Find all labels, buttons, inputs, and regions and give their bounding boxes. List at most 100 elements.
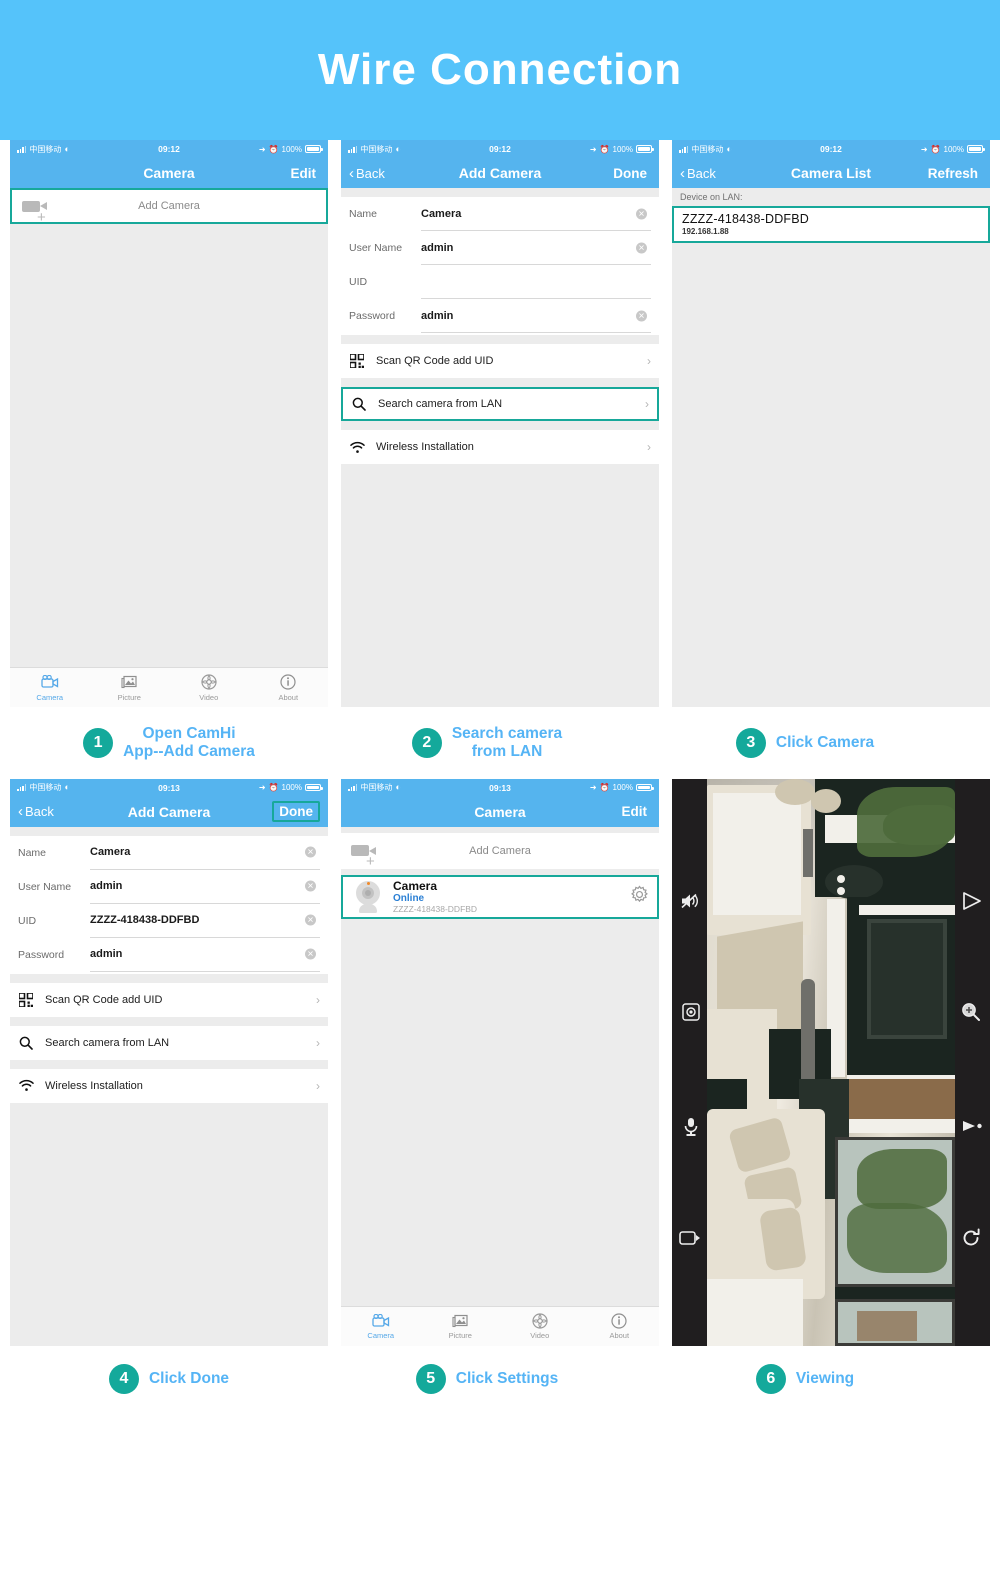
- field-label: UID: [349, 276, 368, 288]
- gear-icon[interactable]: [630, 885, 649, 909]
- step-label: Click Done: [148, 1369, 230, 1387]
- tab-video[interactable]: Video: [169, 674, 249, 702]
- info-circle-icon: [280, 674, 296, 691]
- add-camera-row[interactable]: + Add Camera: [10, 188, 328, 225]
- tab-about[interactable]: About: [580, 1312, 660, 1340]
- done-button[interactable]: Done: [272, 801, 320, 823]
- rotate-icon[interactable]: [960, 1227, 982, 1249]
- search-lan-row[interactable]: Search camera from LAN ›: [10, 1025, 328, 1060]
- back-label: Back: [356, 165, 385, 181]
- clear-icon[interactable]: ✕: [636, 242, 647, 253]
- username-field[interactable]: admin ✕: [421, 231, 651, 265]
- edit-button[interactable]: Edit: [618, 802, 652, 821]
- form-row-password: Password admin ✕: [341, 299, 659, 333]
- refresh-button[interactable]: Refresh: [924, 164, 982, 183]
- field-label: User Name: [349, 242, 403, 254]
- clear-icon[interactable]: ✕: [305, 914, 316, 926]
- username-field[interactable]: admin ✕: [90, 870, 320, 904]
- field-label: Password: [18, 948, 65, 961]
- video-camera-icon: [41, 674, 59, 691]
- scan-qr-row[interactable]: Scan QR Code add UID ›: [341, 344, 659, 378]
- tab-label: About: [609, 1331, 630, 1341]
- panel-1-content: + Add Camera Camera Picture Video About: [10, 188, 328, 707]
- step-label: Click Camera: [775, 733, 875, 751]
- tab-video[interactable]: Video: [500, 1312, 580, 1340]
- photo-icon: [452, 1312, 468, 1329]
- microphone-icon[interactable]: [680, 1115, 702, 1139]
- wifi-icon: [18, 1079, 34, 1092]
- record-icon[interactable]: [960, 1115, 984, 1137]
- step-captions-row-1: 1 Open CamHi App--Add Camera 2 Search cam…: [0, 725, 1000, 761]
- back-button[interactable]: ‹ Back: [18, 804, 54, 819]
- wireless-install-row[interactable]: Wireless Installation ›: [10, 1068, 328, 1103]
- add-camera-row[interactable]: + Add Camera: [341, 832, 659, 869]
- back-button[interactable]: ‹ Back: [680, 166, 716, 181]
- clear-icon[interactable]: ✕: [305, 948, 316, 960]
- wireless-install-row[interactable]: Wireless Installation ›: [341, 430, 659, 464]
- camera-device-info: Camera Online ZZZZ-418438-DDFBD: [393, 879, 477, 914]
- field-label: Password: [349, 310, 396, 322]
- name-field[interactable]: Camera ✕: [90, 836, 320, 870]
- phone-screenshot-3: 中国移动 ◐ 09:12 ➜ ⏰ 100% ‹ Back Camera List…: [672, 140, 990, 707]
- uid-field[interactable]: [421, 265, 651, 299]
- scan-qr-row[interactable]: Scan QR Code add UID ›: [10, 982, 328, 1017]
- tab-about[interactable]: About: [249, 674, 329, 702]
- zoom-in-icon[interactable]: [960, 1001, 982, 1023]
- play-icon[interactable]: [960, 889, 984, 913]
- edit-button[interactable]: Edit: [287, 164, 321, 183]
- tutorial-row-2: 中国移动 ◐ 09:13 ➜ ⏰ 100% ‹ Back Add Camera …: [0, 778, 1000, 1346]
- battery-percent-label: 100%: [281, 783, 302, 793]
- clear-icon[interactable]: ✕: [305, 880, 316, 892]
- step-caption-1: 1 Open CamHi App--Add Camera: [10, 725, 328, 761]
- clear-icon[interactable]: ✕: [636, 310, 647, 321]
- password-field[interactable]: admin ✕: [90, 938, 320, 972]
- snapshot-icon[interactable]: [680, 1001, 702, 1023]
- step-caption-2: 2 Search camera from LAN: [328, 725, 646, 761]
- mute-speaker-icon[interactable]: [678, 889, 702, 913]
- add-camera-label: Add Camera: [138, 200, 200, 212]
- uid-field[interactable]: ZZZZ-418438-DDFBD ✕: [90, 904, 320, 938]
- action-label: Search camera from LAN: [45, 1036, 170, 1049]
- done-button[interactable]: Done: [609, 164, 651, 183]
- tab-picture[interactable]: Picture: [90, 674, 170, 702]
- clear-icon[interactable]: ✕: [636, 208, 647, 219]
- action-label: Scan QR Code add UID: [376, 355, 494, 367]
- name-field[interactable]: Camera ✕: [421, 197, 651, 231]
- search-lan-row[interactable]: Search camera from LAN ›: [341, 387, 659, 421]
- tab-label: Video: [199, 692, 219, 702]
- status-bar: 中国移动 ◐ 09:12 ➜ ⏰ 100%: [672, 140, 990, 158]
- tab-picture[interactable]: Picture: [421, 1312, 501, 1340]
- tab-camera[interactable]: Camera: [10, 674, 90, 702]
- step-caption-4: 4 Click Done: [10, 1363, 328, 1394]
- battery-icon: [967, 145, 985, 153]
- location-arrow-icon: ➜: [589, 144, 597, 154]
- field-label: Name: [349, 208, 378, 220]
- step-label: Viewing: [795, 1369, 855, 1387]
- step-caption-6: 6 Viewing: [646, 1363, 964, 1394]
- lan-device-item[interactable]: ZZZZ-418438-DDFBD 192.168.1.88: [672, 206, 990, 243]
- status-bar: 中国移动 ◐ 09:12 ➜ ⏰ 100%: [341, 140, 659, 158]
- camera-name: Camera: [393, 879, 438, 894]
- form-row-uid: UID: [341, 265, 659, 299]
- chevron-right-icon: ›: [647, 354, 651, 368]
- step-caption-5: 5 Click Settings: [328, 1363, 646, 1394]
- nav-title: Camera: [143, 165, 195, 181]
- action-label: Wireless Installation: [45, 1079, 143, 1092]
- back-label: Back: [687, 165, 716, 181]
- password-field[interactable]: admin ✕: [421, 299, 651, 333]
- field-value: Camera: [90, 846, 131, 859]
- camera-device-row[interactable]: Camera Online ZZZZ-418438-DDFBD: [341, 874, 659, 919]
- fullscreen-icon[interactable]: [678, 1227, 702, 1249]
- phone-screenshot-2: 中国移动 ◐ 09:12 ➜ ⏰ 100% ‹ Back Add Camera …: [341, 140, 659, 707]
- wifi-icon: [349, 441, 365, 454]
- clear-icon[interactable]: ✕: [305, 846, 316, 858]
- field-label: UID: [18, 914, 37, 927]
- back-button[interactable]: ‹ Back: [349, 166, 385, 181]
- chevron-right-icon: ›: [316, 1035, 320, 1050]
- step-caption-3: 3 Click Camera: [646, 725, 964, 761]
- battery-icon: [636, 145, 654, 153]
- tab-camera[interactable]: Camera: [341, 1312, 421, 1340]
- location-arrow-icon: ➜: [258, 783, 266, 793]
- alarm-clock-icon: ⏰: [599, 144, 610, 154]
- battery-icon: [305, 145, 323, 153]
